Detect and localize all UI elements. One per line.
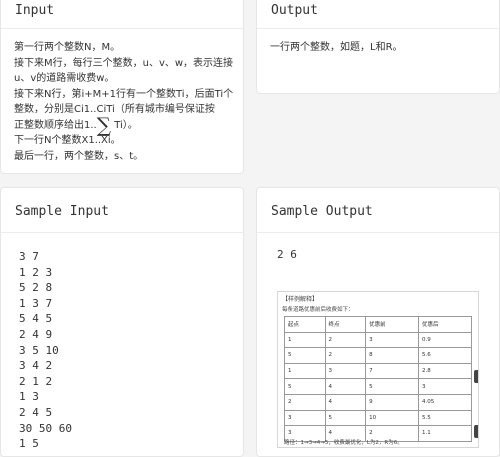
table-row: 3 5 10 5.5 <box>284 409 472 427</box>
input-line: 整数，分别是Ci1..CiTi（所有城市编号保证按 <box>14 104 215 115</box>
sample-input-line: 1 3 <box>19 390 39 404</box>
table-cell: 5 <box>284 378 326 395</box>
input-line-sigma: 正整数顺序给出1..∑ Ti）。 <box>14 115 233 135</box>
column-header: 优惠前 <box>365 316 420 333</box>
sample-input-line: 1 2 3 <box>19 265 53 279</box>
table-cell: 5 <box>324 409 367 427</box>
output-divider <box>257 28 499 29</box>
table-row: 1 3 7 2.8 <box>284 362 472 380</box>
table-header-row: 起点 终点 优惠前 优惠后 <box>284 316 472 333</box>
toll-table: 起点 终点 优惠前 优惠后 1 2 3 0.9 5 2 8 5.6 1 3 7 2.8 5 4 5 3 2 4 9 4.05 3… <box>284 316 472 442</box>
table-cell: 4 <box>324 378 367 395</box>
table-cell: 8 <box>365 347 420 364</box>
sample-input-line: 3 7 <box>19 250 39 263</box>
sample-output-divider <box>257 232 499 233</box>
sample-input-line: 2 4 5 <box>19 405 53 419</box>
table-cell: 1.1 <box>418 425 472 442</box>
input-line: 接下来N行，第i+M+1行有一个整数Ti，后面Ti个 <box>14 88 234 100</box>
table-cell: 10 <box>365 409 420 427</box>
sample-output-text: 2 6 <box>277 248 297 261</box>
sample-input-title: Sample Input <box>15 204 109 219</box>
explanation-figure: 【样例解释】 每条道路优惠前后收费如下： 起点 终点 优惠前 优惠后 1 2 3 0.9 5 2 8… <box>277 291 479 448</box>
table-cell: 3 <box>418 378 472 395</box>
sample-input-line: 2 1 2 <box>19 374 53 388</box>
input-line: 下一行N个整数X1..Xi。 <box>14 135 121 146</box>
table-cell: 1 <box>284 362 326 380</box>
input-line-part: 正整数顺序给出1.. <box>14 119 97 131</box>
table-cell: 5 <box>365 378 420 395</box>
input-title: Input <box>15 3 55 18</box>
table-cell: 5.6 <box>418 347 472 364</box>
input-line: 接下来M行，每行三个整数，u、v、w，表示连接 <box>14 57 234 69</box>
table-cell: 2 <box>284 393 326 411</box>
sample-input-line: 5 4 5 <box>19 312 53 326</box>
table-cell: 9 <box>365 393 420 411</box>
table-cell: 5.5 <box>418 409 472 427</box>
table-cell: 4 <box>324 393 367 411</box>
table-cell: 5 <box>284 347 326 364</box>
figure-header: 【样例解释】 <box>282 296 319 303</box>
figure-subheader: 每条道路优惠前后收费如下： <box>282 307 354 313</box>
table-cell: 0.9 <box>418 331 472 349</box>
column-header: 优惠后 <box>418 316 472 333</box>
sample-input-card: Sample Input 3 71 2 35 2 81 3 75 4 52 4 … <box>0 187 244 457</box>
figure-footer: 路径：1→3→4→5，收费最优化，L为2，R为6。 <box>284 440 403 446</box>
output-text: 一行两个整数，如题，L和R。 <box>270 42 403 53</box>
output-card: Output 一行两个整数，如题，L和R。 <box>256 0 500 94</box>
input-line-part: Ti）。 <box>114 119 138 131</box>
table-cell: 4.05 <box>418 393 472 411</box>
input-card: Input 第一行两个整数N，M。 接下来M行，每行三个整数，u、v、w，表示连… <box>0 0 244 174</box>
sample-output-title: Sample Output <box>271 204 373 219</box>
table-cell: 1 <box>284 331 326 349</box>
column-header: 终点 <box>324 316 367 333</box>
input-description: 第一行两个整数N，M。 接下来M行，每行三个整数，u、v、w，表示连接 u、v的… <box>14 40 233 164</box>
table-cell: 7 <box>365 362 420 380</box>
table-cell: 3 <box>284 409 326 427</box>
sample-input-line: 1 5 <box>19 437 39 451</box>
table-cell: 2 <box>324 347 367 364</box>
sample-input-line: 5 2 8 <box>19 281 53 295</box>
scroll-handle-lower[interactable] <box>474 425 478 438</box>
table-row: 1 2 3 0.9 <box>284 331 472 349</box>
output-title: Output <box>271 3 318 18</box>
input-line: 第一行两个整数N，M。 <box>14 42 121 53</box>
table-cell: 3 <box>324 362 367 380</box>
sample-input-line: 3 5 10 <box>19 343 59 357</box>
sample-input-line: 1 3 7 <box>19 296 53 310</box>
sample-input-line: 30 50 60 <box>19 421 72 435</box>
sample-input-line: 2 4 9 <box>19 327 53 341</box>
table-cell: 2.8 <box>418 362 472 380</box>
table-row: 2 4 9 4.05 <box>284 393 472 411</box>
scroll-handle-upper[interactable] <box>474 370 478 383</box>
table-cell: 2 <box>324 331 367 349</box>
column-header: 起点 <box>284 316 326 333</box>
table-cell: 3 <box>365 331 420 349</box>
table-row: 5 2 8 5.6 <box>284 347 472 364</box>
input-divider <box>1 28 243 29</box>
table-row: 5453 <box>284 378 472 395</box>
input-line: 最后一行，两个整数，s、t。 <box>14 150 144 162</box>
input-line: u、v的道路需收费w。 <box>14 73 115 84</box>
sample-input-content: 3 71 2 35 2 81 3 75 4 52 4 93 5 10 3 4 22… <box>19 249 72 452</box>
sample-input-line: 3 4 2 <box>19 359 53 373</box>
sample-input-divider <box>1 232 243 233</box>
